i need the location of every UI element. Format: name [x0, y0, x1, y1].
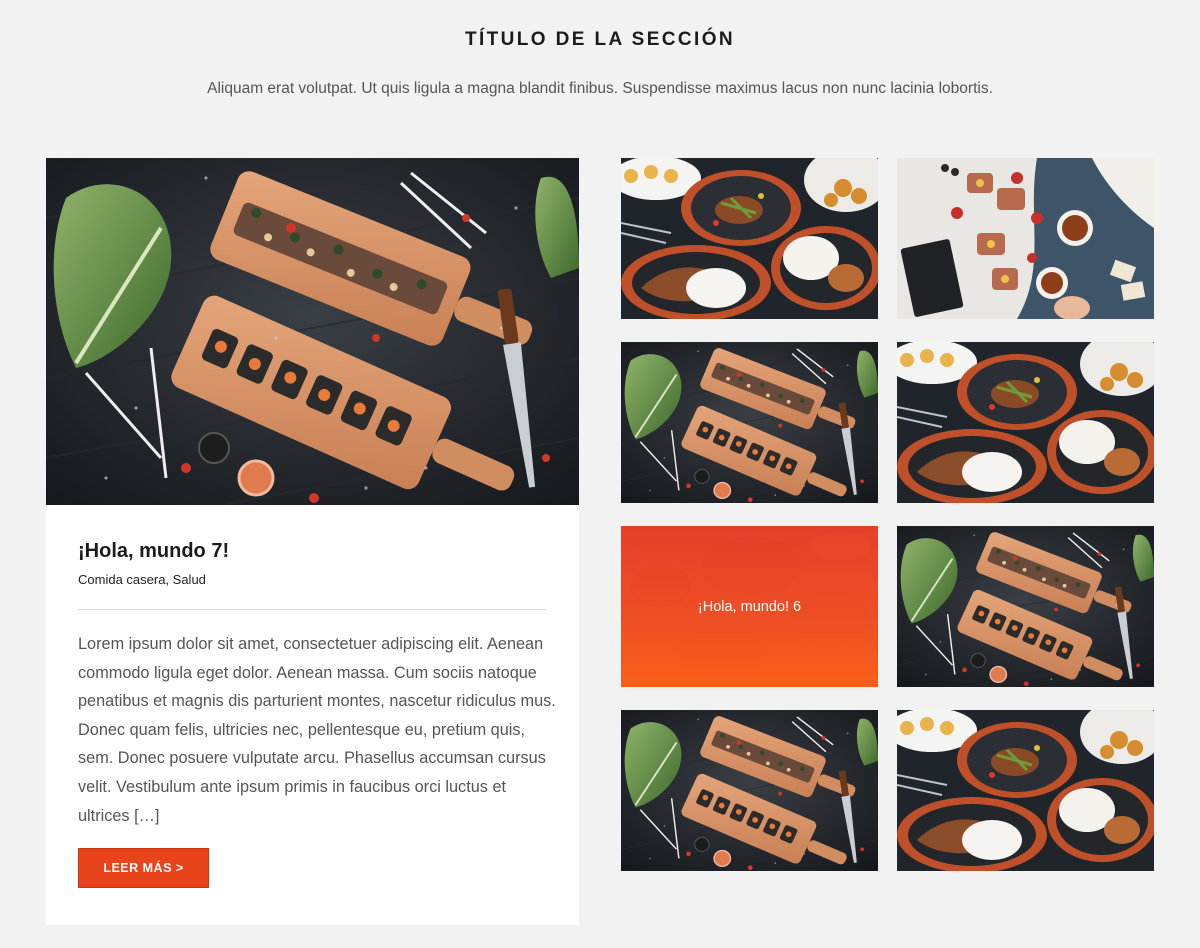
section-title: TÍTULO DE LA SECCIÓN	[464, 29, 736, 50]
card-divider	[78, 609, 546, 610]
thumbnail-hover-overlay: ¡Hola, mundo! 6	[621, 526, 878, 687]
grid-post-thumbnail-1[interactable]	[621, 158, 878, 319]
featured-post-categories[interactable]: Comida casera, Salud	[78, 572, 206, 587]
grid-post-thumbnail-6[interactable]	[897, 526, 1154, 687]
section-subtitle: Aliquam erat volutpat. Ut quis ligula a …	[207, 80, 993, 97]
featured-post-card: ¡Hola, mundo 7! Comida casera, Salud Lor…	[46, 158, 579, 925]
grid-post-thumbnail-3[interactable]	[621, 342, 878, 503]
grid-post-thumbnail-8[interactable]	[897, 710, 1154, 871]
read-more-button[interactable]: LEER MÁS >	[78, 848, 209, 888]
grid-post-thumbnail-7[interactable]	[621, 710, 878, 871]
grid-post-thumbnail-5[interactable]: ¡Hola, mundo! 6	[621, 526, 878, 687]
featured-post-excerpt: Lorem ipsum dolor sit amet, consectetuer…	[78, 635, 556, 825]
featured-post-title[interactable]: ¡Hola, mundo 7!	[78, 540, 229, 563]
featured-post-image[interactable]	[46, 158, 579, 505]
grid-post-hover-title[interactable]: ¡Hola, mundo! 6	[698, 599, 801, 615]
grid-post-thumbnail-2[interactable]	[897, 158, 1154, 319]
grid-post-thumbnail-4[interactable]	[897, 342, 1154, 503]
